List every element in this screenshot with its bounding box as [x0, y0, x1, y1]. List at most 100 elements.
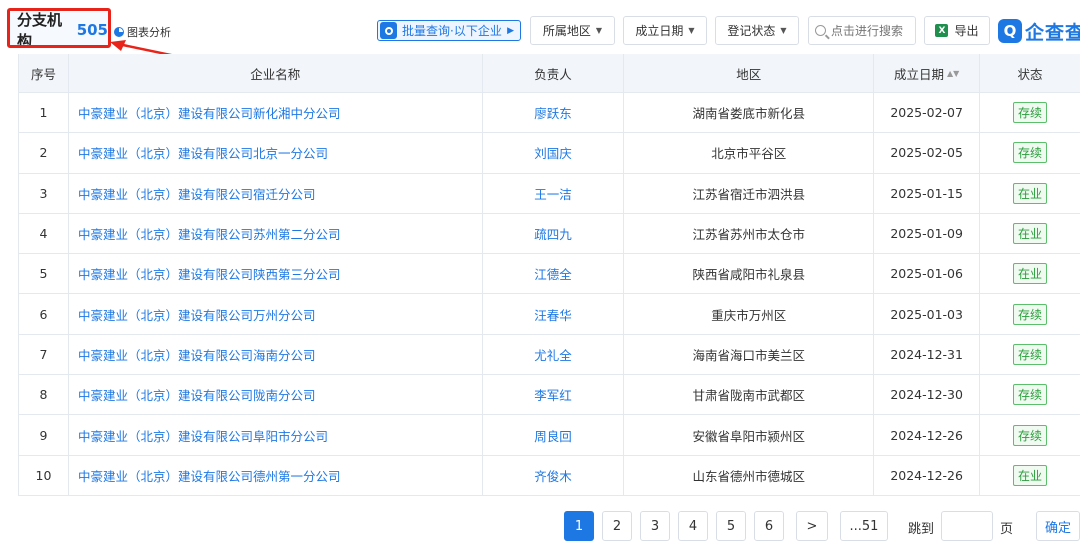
confirm-button[interactable]: 确定: [1036, 511, 1080, 541]
person-name-link[interactable]: 尤礼全: [534, 345, 572, 364]
person-name-link[interactable]: 廖跃东: [534, 103, 572, 122]
search-box[interactable]: [808, 16, 916, 45]
region-cell: 安徽省阜阳市颍州区: [624, 415, 875, 455]
row-index: 8: [19, 375, 69, 415]
company-name-link[interactable]: 中豪建业（北京）建设有限公司苏州第二分公司: [69, 213, 483, 254]
company-name[interactable]: 中豪建业（北京）建设有限公司万州分公司: [78, 305, 316, 324]
region-filter-dropdown[interactable]: 所属地区 ▼: [530, 16, 615, 45]
company-name-link[interactable]: 中豪建业（北京）建设有限公司北京一分公司: [69, 133, 483, 173]
person-name-link[interactable]: 刘国庆: [534, 143, 572, 162]
row-index: 6: [19, 294, 69, 334]
col-header-date[interactable]: 成立日期 ▲▼: [874, 54, 981, 92]
col-header-region: 地区: [624, 54, 875, 92]
region-cell: 江苏省苏州市太仓市: [624, 213, 875, 254]
person-cell[interactable]: 汪春华: [483, 294, 625, 334]
company-name-link[interactable]: 中豪建业（北京）建设有限公司陕西第三分公司: [69, 254, 483, 294]
pie-chart-icon: [114, 26, 124, 37]
excel-icon: X: [935, 24, 949, 37]
batch-query-label: 批量查询·以下企业: [402, 24, 502, 38]
region-cell: 湖南省娄底市新化县: [624, 93, 875, 133]
row-index: 5: [19, 254, 69, 294]
col-header-status: 状态: [1017, 66, 1043, 82]
person-cell[interactable]: 齐俊木: [483, 455, 625, 495]
col-header-person: 负责人: [483, 54, 625, 92]
person-cell[interactable]: 刘国庆: [483, 133, 625, 173]
status-badge: 存续: [1013, 142, 1048, 164]
page-button-3[interactable]: 3: [640, 511, 670, 541]
batch-query-button[interactable]: 批量查询·以下企业 ▶: [377, 20, 521, 41]
row-index: 3: [19, 173, 69, 213]
region-cell: 重庆市万州区: [624, 294, 875, 334]
table-row: 4 中豪建业（北京）建设有限公司苏州第二分公司 疏四九 江苏省苏州市太仓市 2025-0…: [19, 213, 1080, 255]
person-cell[interactable]: 疏四九: [483, 213, 625, 254]
company-name[interactable]: 中豪建业（北京）建设有限公司德州第一分公司: [78, 466, 341, 485]
page-button-5[interactable]: 5: [716, 511, 746, 541]
goto-page-input[interactable]: [941, 511, 993, 541]
row-index: 1: [19, 93, 69, 133]
company-name[interactable]: 中豪建业（北京）建设有限公司北京一分公司: [78, 143, 328, 162]
region-cell: 江苏省宿迁市泗洪县: [624, 173, 875, 213]
company-name-link[interactable]: 中豪建业（北京）建设有限公司陇南分公司: [69, 375, 483, 415]
person-name-link[interactable]: 周良回: [534, 426, 572, 445]
company-name-link[interactable]: 中豪建业（北京）建设有限公司万州分公司: [69, 294, 483, 334]
status-badge: 存续: [1013, 303, 1048, 325]
date-cell: 2025-02-07: [874, 93, 981, 133]
export-button[interactable]: X 导出: [924, 16, 990, 45]
region-cell: 北京市平谷区: [624, 133, 875, 173]
company-name[interactable]: 中豪建业（北京）建设有限公司苏州第二分公司: [78, 224, 341, 243]
company-name-link[interactable]: 中豪建业（北京）建设有限公司宿迁分公司: [69, 173, 483, 213]
chevron-down-icon: ▼: [595, 26, 603, 35]
status-cell: 存续: [980, 93, 1080, 132]
last-page-button[interactable]: ...51: [840, 511, 888, 541]
row-index: 10: [19, 455, 69, 495]
person-name-link[interactable]: 疏四九: [534, 224, 572, 243]
row-index: 4: [19, 213, 69, 254]
annotation-highlight-box: [7, 8, 111, 48]
person-name-link[interactable]: 李军红: [534, 385, 572, 404]
company-name[interactable]: 中豪建业（北京）建设有限公司陕西第三分公司: [78, 264, 341, 283]
company-name-link[interactable]: 中豪建业（北京）建设有限公司海南分公司: [69, 334, 483, 375]
person-name-link[interactable]: 汪春华: [534, 305, 572, 324]
table-row: 10 中豪建业（北京）建设有限公司德州第一分公司 齐俊木 山东省德州市德城区 2024-…: [19, 455, 1080, 496]
company-name[interactable]: 中豪建业（北京）建设有限公司新化湘中分公司: [78, 103, 341, 122]
date-filter-dropdown[interactable]: 成立日期 ▼: [623, 16, 707, 45]
branch-table: 序号 企业名称 负责人 地区 成立日期 ▲▼ 状态 1 中豪建业（北京）建设有限公…: [18, 54, 1080, 496]
logo-text: 企查查: [1025, 21, 1080, 44]
page-button-6[interactable]: 6: [754, 511, 784, 541]
person-cell[interactable]: 李军红: [483, 375, 625, 415]
status-badge: 存续: [1013, 102, 1048, 124]
page-button-4[interactable]: 4: [678, 511, 708, 541]
company-name-link[interactable]: 中豪建业（北京）建设有限公司阜阳市分公司: [69, 415, 483, 455]
next-page-button[interactable]: >: [796, 511, 828, 541]
status-filter-dropdown[interactable]: 登记状态 ▼: [715, 16, 799, 45]
play-arrow-icon: ▶: [507, 25, 514, 36]
person-cell[interactable]: 周良回: [483, 415, 625, 455]
status-cell: 存续: [980, 335, 1080, 374]
person-name-link[interactable]: 王一洁: [534, 184, 572, 203]
export-label: 导出: [954, 24, 979, 38]
date-cell: 2025-01-09: [874, 213, 981, 254]
status-badge: 存续: [1013, 384, 1048, 406]
table-row: 1 中豪建业（北京）建设有限公司新化湘中分公司 廖跃东 湖南省娄底市新化县 2025-0…: [19, 93, 1080, 134]
company-name[interactable]: 中豪建业（北京）建设有限公司陇南分公司: [78, 385, 316, 404]
person-cell[interactable]: 廖跃东: [483, 93, 625, 133]
company-name[interactable]: 中豪建业（北京）建设有限公司海南分公司: [78, 345, 316, 364]
person-name-link[interactable]: 齐俊木: [534, 466, 572, 485]
row-index: 9: [19, 415, 69, 455]
person-name-link[interactable]: 江德全: [534, 264, 572, 283]
company-name-link[interactable]: 中豪建业（北京）建设有限公司新化湘中分公司: [69, 93, 483, 133]
table-row: 8 中豪建业（北京）建设有限公司陇南分公司 李军红 甘肃省陇南市武都区 2024-12-…: [19, 375, 1080, 416]
date-cell: 2025-01-15: [874, 173, 981, 213]
col-header-date-label: 成立日期: [893, 66, 944, 82]
region-filter-label: 所属地区: [542, 24, 591, 38]
page-button-1[interactable]: 1: [564, 511, 594, 541]
page-button-2[interactable]: 2: [602, 511, 632, 541]
company-name-link[interactable]: 中豪建业（北京）建设有限公司德州第一分公司: [69, 455, 483, 495]
company-name[interactable]: 中豪建业（北京）建设有限公司宿迁分公司: [78, 184, 316, 203]
person-cell[interactable]: 江德全: [483, 254, 625, 294]
status-badge: 在业: [1013, 464, 1048, 486]
person-cell[interactable]: 王一洁: [483, 173, 625, 213]
person-cell[interactable]: 尤礼全: [483, 334, 625, 375]
search-input[interactable]: [831, 23, 915, 38]
company-name[interactable]: 中豪建业（北京）建设有限公司阜阳市分公司: [78, 426, 328, 445]
